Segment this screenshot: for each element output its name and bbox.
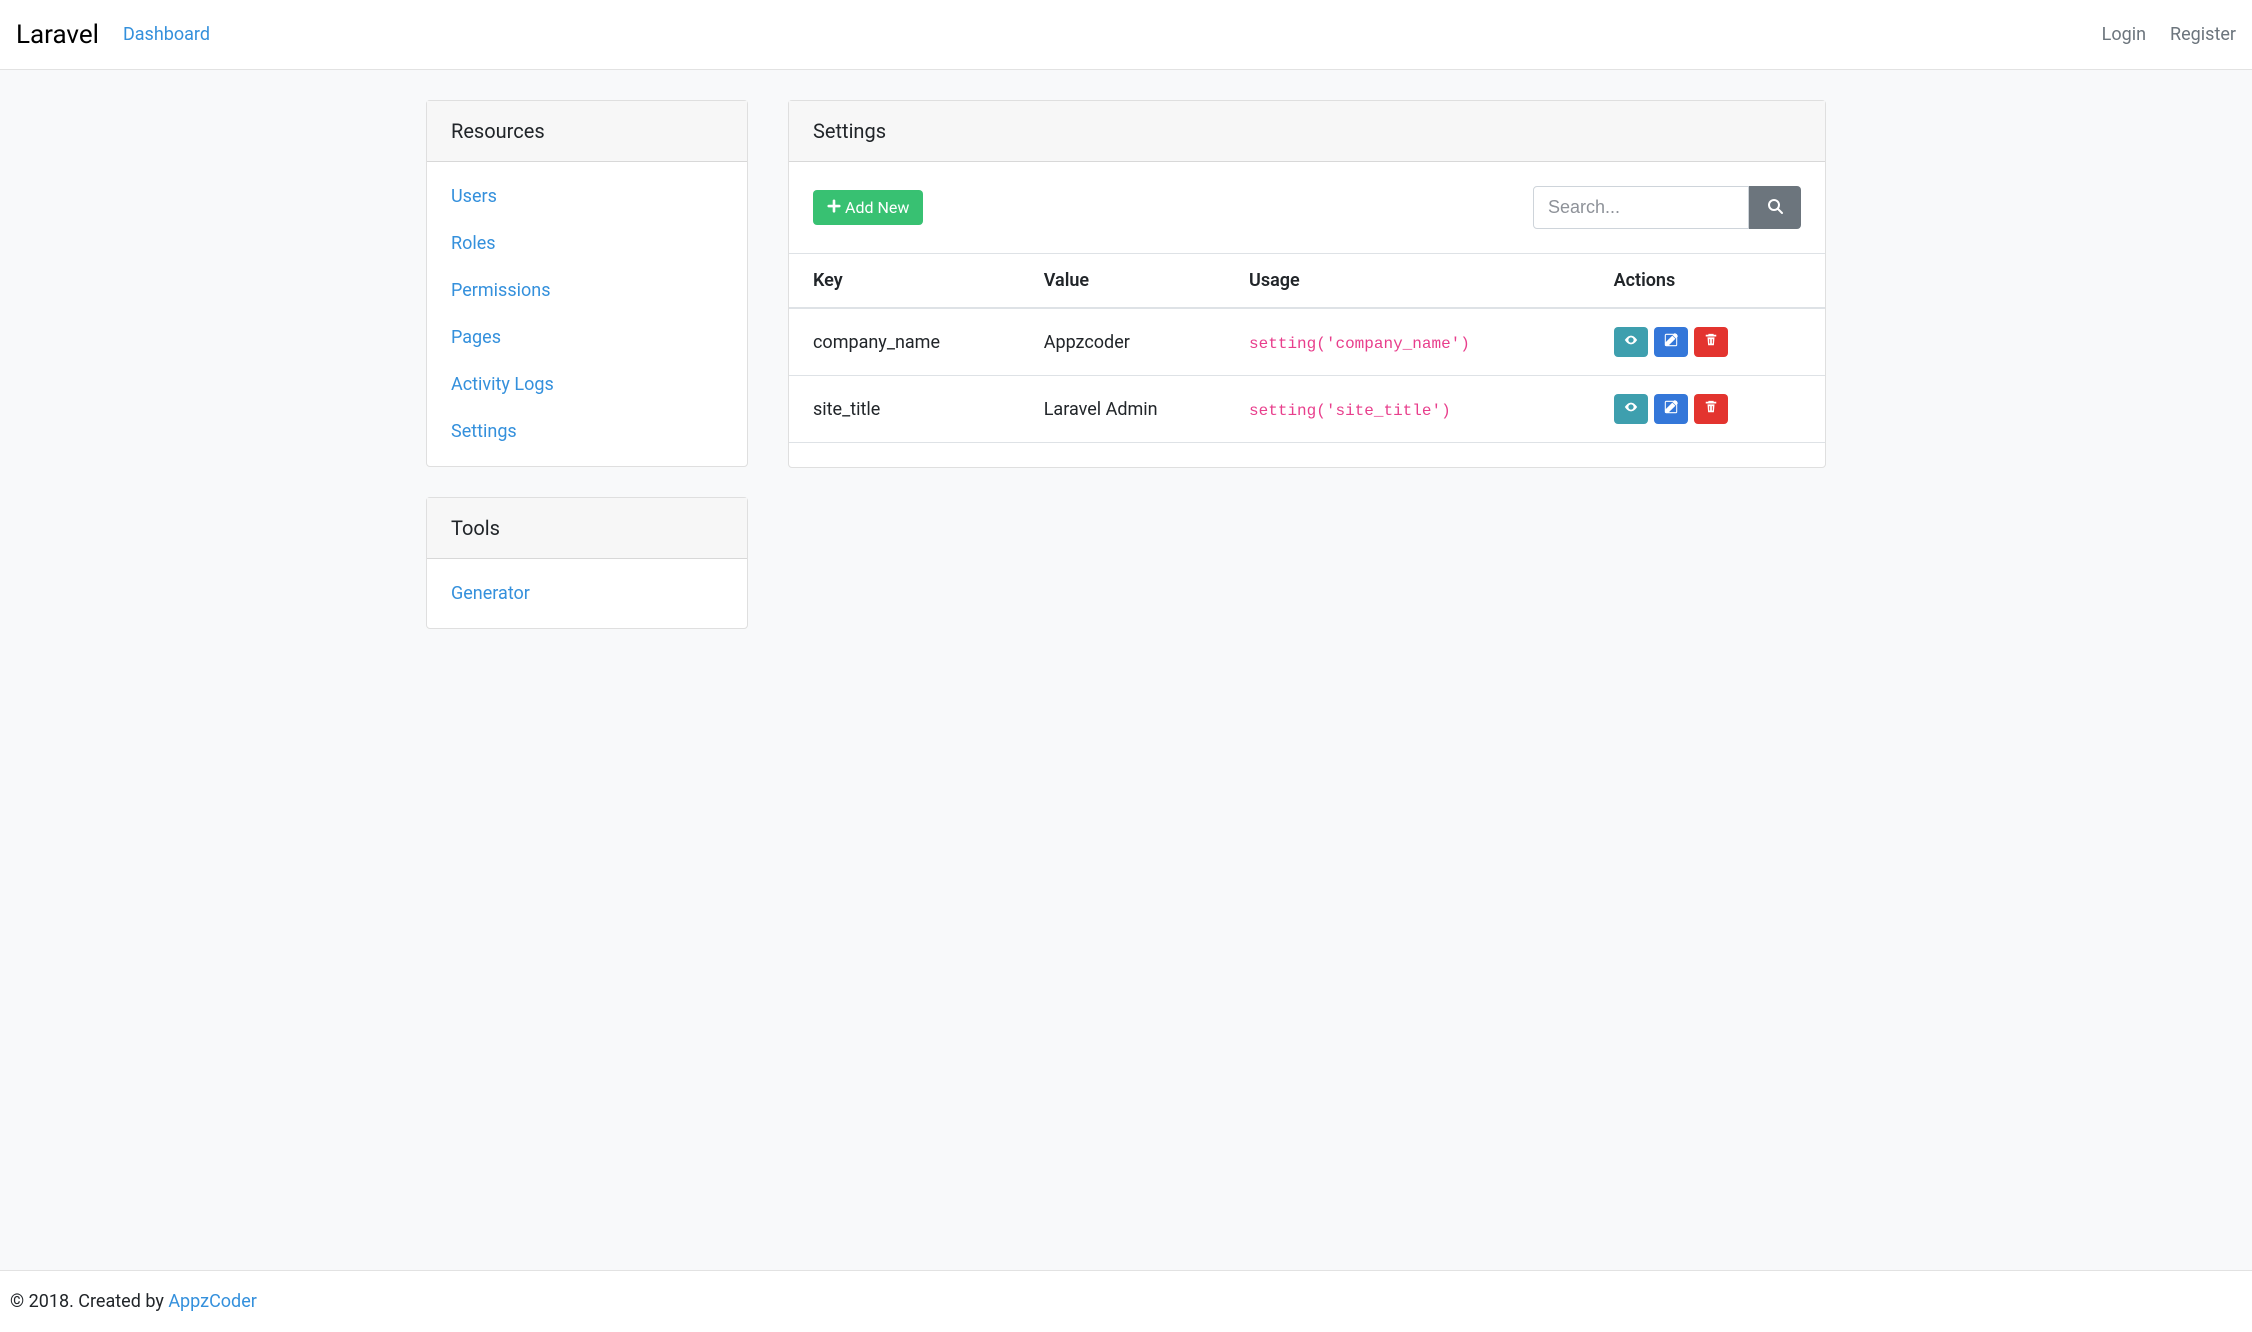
resources-title: Resources (427, 101, 747, 162)
cell-actions (1602, 308, 1825, 376)
resources-card: Resources Users Roles Permissions Pages … (426, 100, 748, 467)
view-button[interactable] (1614, 394, 1648, 424)
view-button[interactable] (1614, 327, 1648, 357)
tools-title: Tools (427, 498, 747, 559)
nav-register[interactable]: Register (2170, 24, 2236, 45)
plus-icon (827, 198, 841, 217)
cell-value: Laravel Admin (1032, 376, 1237, 443)
search-input[interactable] (1533, 186, 1749, 229)
search-icon (1767, 198, 1783, 217)
sidebar-item-users[interactable]: Users (451, 186, 497, 207)
page-title: Settings (789, 101, 1825, 162)
tools-list: Generator (451, 583, 723, 604)
delete-button[interactable] (1694, 327, 1728, 357)
table-row: company_name Appzcoder setting('company_… (789, 308, 1825, 376)
col-actions: Actions (1602, 254, 1825, 308)
cell-actions (1602, 376, 1825, 443)
edit-button[interactable] (1654, 327, 1688, 357)
search-button[interactable] (1749, 186, 1801, 229)
cell-value: Appzcoder (1032, 308, 1237, 376)
delete-button[interactable] (1694, 394, 1728, 424)
cell-key: company_name (789, 308, 1032, 376)
footer-text: © 2018. Created by (10, 1291, 168, 1312)
edit-button[interactable] (1654, 394, 1688, 424)
cell-usage: setting('company_name') (1237, 308, 1602, 376)
edit-icon (1664, 333, 1678, 351)
brand-link[interactable]: Laravel (16, 20, 99, 50)
nav-login[interactable]: Login (2102, 24, 2146, 45)
sidebar-item-settings[interactable]: Settings (451, 421, 517, 442)
eye-icon (1624, 333, 1638, 351)
sidebar-item-activity-logs[interactable]: Activity Logs (451, 374, 554, 395)
resources-list: Users Roles Permissions Pages Activity L… (451, 186, 723, 442)
nav-dashboard[interactable]: Dashboard (123, 24, 210, 45)
col-usage: Usage (1237, 254, 1602, 308)
add-new-label: Add New (845, 198, 909, 217)
trash-icon (1704, 400, 1718, 418)
sidebar-item-permissions[interactable]: Permissions (451, 280, 551, 301)
navbar: Laravel Dashboard Login Register (0, 0, 2252, 70)
col-value: Value (1032, 254, 1237, 308)
sidebar: Resources Users Roles Permissions Pages … (426, 100, 748, 659)
sidebar-item-pages[interactable]: Pages (451, 327, 501, 348)
edit-icon (1664, 400, 1678, 418)
eye-icon (1624, 400, 1638, 418)
add-new-button[interactable]: Add New (813, 190, 923, 225)
settings-card: Settings Add New (788, 100, 1826, 468)
cell-key: site_title (789, 376, 1032, 443)
tools-card: Tools Generator (426, 497, 748, 629)
cell-usage: setting('site_title') (1237, 376, 1602, 443)
footer: © 2018. Created by AppzCoder (0, 1270, 2252, 1332)
sidebar-item-generator[interactable]: Generator (451, 583, 530, 604)
footer-link[interactable]: AppzCoder (168, 1291, 257, 1312)
table-row: site_title Laravel Admin setting('site_t… (789, 376, 1825, 443)
search-group (1533, 186, 1801, 229)
main: Settings Add New (788, 100, 1826, 659)
col-key: Key (789, 254, 1032, 308)
trash-icon (1704, 333, 1718, 351)
settings-table: Key Value Usage Actions company_name App… (789, 254, 1825, 443)
toolbar: Add New (789, 186, 1825, 254)
sidebar-item-roles[interactable]: Roles (451, 233, 496, 254)
